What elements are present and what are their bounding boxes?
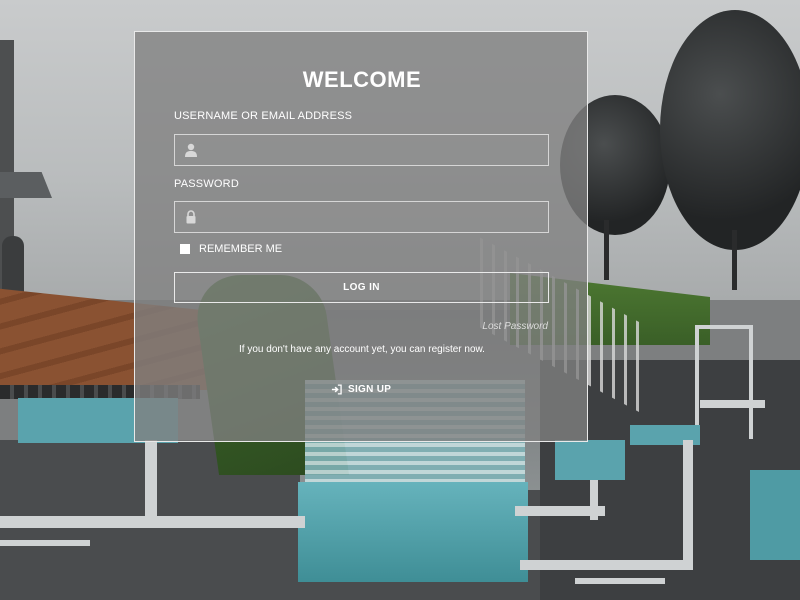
username-field[interactable] [174, 134, 549, 167]
username-label: USERNAME OR EMAIL ADDRESS [174, 110, 353, 122]
username-input[interactable] [205, 135, 544, 167]
water-pool [555, 440, 625, 480]
sign-in-icon [331, 384, 342, 395]
pipe [520, 560, 690, 570]
pipe [683, 440, 693, 570]
tree-trunk [604, 220, 609, 280]
pipe [145, 440, 157, 528]
tree [660, 10, 800, 250]
pipe [590, 480, 598, 520]
pipe [0, 540, 90, 546]
register-note: If you don't have any account yet, you c… [239, 344, 485, 355]
lost-password-link[interactable]: Lost Password [482, 321, 548, 332]
password-input[interactable] [205, 202, 544, 234]
pipe [575, 578, 665, 584]
signup-label: SIGN UP [348, 384, 392, 395]
login-panel: WELCOME USERNAME OR EMAIL ADDRESS PASSWO… [134, 31, 588, 442]
pipe-frame [695, 325, 753, 439]
water-basin [298, 482, 528, 582]
pipe [700, 400, 765, 408]
page-title: WELCOME [302, 67, 422, 92]
remember-me-checkbox[interactable] [180, 244, 190, 254]
tree-trunk [732, 230, 737, 290]
remember-me-label: REMEMBER ME [199, 243, 283, 255]
login-button[interactable]: LOG IN [174, 272, 549, 303]
password-field[interactable] [174, 201, 549, 234]
user-icon [185, 143, 197, 157]
signup-link[interactable]: SIGN UP [331, 384, 391, 395]
person-figure [2, 236, 24, 296]
remember-me[interactable]: REMEMBER ME [180, 243, 282, 255]
water-pool [750, 470, 800, 560]
password-label: PASSWORD [174, 178, 239, 190]
lock-icon [186, 210, 196, 224]
